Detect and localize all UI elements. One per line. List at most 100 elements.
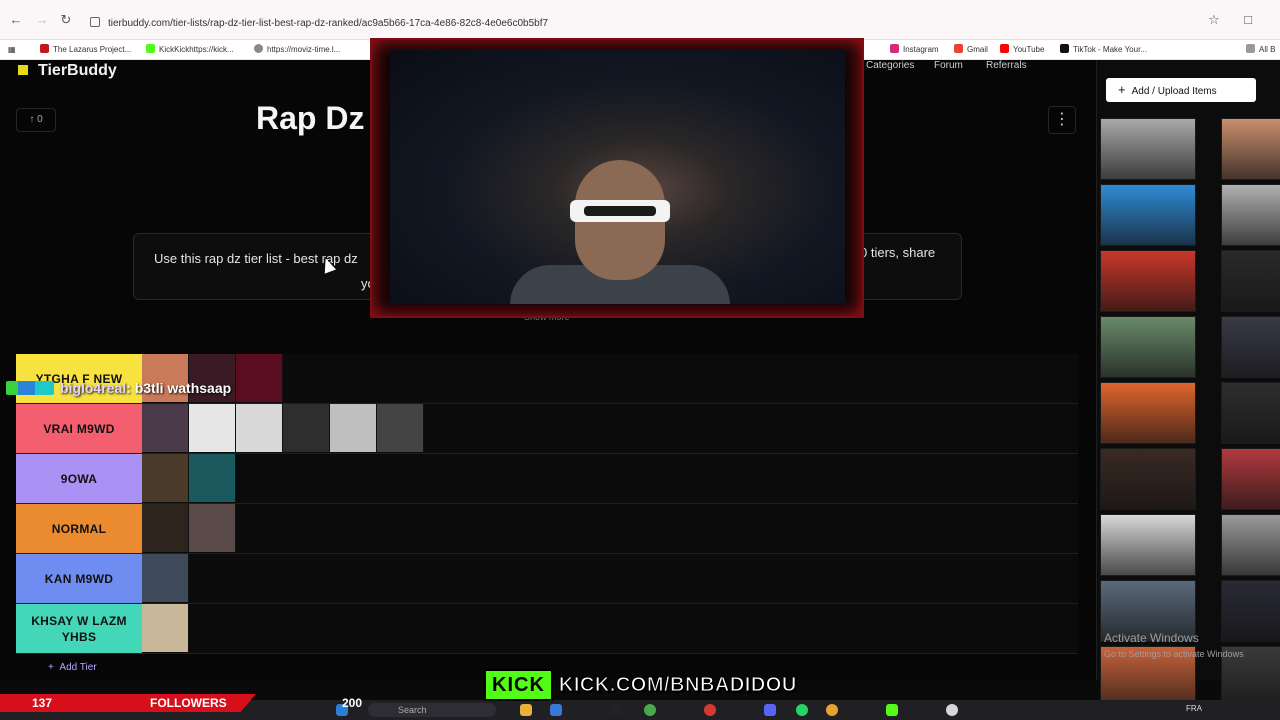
site-info-icon[interactable] [90,17,100,27]
bookmark-item[interactable]: YouTube [1000,43,1044,57]
pool-item-image[interactable] [1100,382,1196,444]
tier-items [142,604,189,653]
tier-items [142,404,424,453]
taskbar-app-icon[interactable] [610,704,622,716]
webcam-feed [390,50,845,304]
tier-item-image[interactable] [236,404,283,452]
logo-mark-icon [18,65,28,75]
tier-item-image[interactable] [142,554,189,602]
tier-item-image[interactable] [142,454,189,502]
tier-row: VRAI M9WD [16,404,1078,454]
tier-row: KHSAY W LAZM YHBS [16,604,1078,654]
plus-icon: + [1118,82,1126,97]
chrome-icon[interactable] [644,704,656,716]
screen: ← → ↻ tierbuddy.com/tier-lists/rap-dz-ti… [0,0,1280,720]
tier-label[interactable]: KHSAY W LAZM YHBS [16,604,142,653]
back-icon[interactable]: ← [8,12,24,28]
forward-icon[interactable]: → [34,12,50,28]
bookmark-favicon [40,44,49,53]
gmail-icon [954,44,963,53]
url-text: tierbuddy.com/tier-lists/rap-dz-tier-lis… [108,18,549,29]
pool-item-image[interactable] [1100,118,1196,180]
tier-item-image[interactable] [377,404,424,452]
add-tier-button[interactable]: + Add Tier [48,662,97,673]
tier-item-image[interactable] [283,404,330,452]
bookmark-star-icon[interactable]: ☆ [1206,12,1222,28]
tier-items [142,454,236,503]
tier-item-image[interactable] [189,504,236,552]
nav-forum[interactable]: Forum [934,60,963,71]
nav-categories[interactable]: Categories [866,60,914,71]
followers-goal: 200 [342,696,363,710]
apps-grid-icon[interactable]: ▦ [8,43,16,57]
folder-icon [1246,44,1255,53]
pool-item-image[interactable] [1221,250,1280,312]
pool-item-image[interactable] [1221,448,1280,510]
tier-item-image[interactable] [142,504,189,552]
chat-badges-icon [6,381,54,395]
tier-label[interactable]: VRAI M9WD [16,404,142,453]
bookmark-item[interactable]: TikTok - Make Your... [1060,43,1147,57]
bookmark-item[interactable]: Instagram [890,43,939,57]
tier-list: YTGHA F NEW VRAI M9WD 9OWA NORMAL KAN M9WD KH… [16,354,1078,654]
bookmark-item[interactable]: https://moviz-time.l... [254,43,340,57]
pool-item-image[interactable] [1221,316,1280,378]
add-upload-items-button[interactable]: + Add / Upload Items [1106,78,1256,102]
kick-icon[interactable] [886,704,898,716]
instagram-icon [890,44,899,53]
tier-item-image[interactable] [330,404,377,452]
reload-icon[interactable]: ↻ [58,12,74,28]
activate-windows-watermark: Activate Windows Go to Settings to activ… [1104,631,1244,659]
url-input[interactable]: tierbuddy.com/tier-lists/rap-dz-tier-lis… [86,13,1236,35]
taskbar-app-icon[interactable] [550,704,562,716]
pool-item-image[interactable] [1221,382,1280,444]
chrome-icon[interactable] [704,704,716,716]
tier-item-image[interactable] [142,404,189,452]
tier-items [142,504,236,553]
arrow-up-icon: ↑ [29,114,38,125]
bookmark-item[interactable]: Gmail [954,43,988,57]
youtube-icon [1000,44,1009,53]
tier-label[interactable]: 9OWA [16,454,142,503]
all-bookmarks[interactable]: All B [1246,43,1275,57]
tier-items [142,554,189,603]
tier-label[interactable]: NORMAL [16,504,142,553]
pool-item-image[interactable] [1221,118,1280,180]
kick-banner: KICK KICK.COM/BNBADIDOU [484,669,797,701]
pool-item-image[interactable] [1100,250,1196,312]
taskbar-search[interactable]: Search [368,703,496,717]
pool-item-image[interactable] [1100,448,1196,510]
description-tail: 0 tiers, share [860,245,936,260]
whatsapp-icon[interactable] [796,704,808,716]
more-options-icon[interactable]: ⋮ [1048,106,1076,134]
language-indicator[interactable]: FRA [1186,704,1202,713]
followers-label: FOLLOWERS [150,696,227,710]
pool-item-image[interactable] [1221,514,1280,576]
browser-address-bar: ← → ↻ tierbuddy.com/tier-lists/rap-dz-ti… [0,0,1280,40]
tier-item-image[interactable] [142,604,189,652]
extensions-icon[interactable]: □ [1240,12,1256,28]
followers-count: 137 [32,696,53,710]
pool-item-image[interactable] [1221,184,1280,246]
bookmark-item[interactable]: The Lazarus Project... [40,43,131,57]
taskbar-app-icon[interactable] [520,704,532,716]
site-logo[interactable]: TierBuddy [18,62,117,80]
bookmark-item[interactable]: KickKickhttps://kick... [146,43,234,57]
tiktok-icon [1060,44,1069,53]
pool-item-image[interactable] [1100,184,1196,246]
discord-icon[interactable] [764,704,776,716]
bookmark-favicon [254,44,263,53]
tier-item-image[interactable] [236,354,283,402]
bookmark-favicon [146,44,155,53]
chat-message: biglo4real: b3tli wathsaap [6,380,231,398]
tier-item-image[interactable] [189,404,236,452]
obs-icon[interactable] [946,704,958,716]
chrome-icon[interactable] [826,704,838,716]
nav-referrals[interactable]: Referrals [986,60,1027,71]
upvote-button[interactable]: ↑ 0 [16,108,56,132]
sunglasses [570,200,670,222]
tier-label[interactable]: KAN M9WD [16,554,142,603]
pool-item-image[interactable] [1100,316,1196,378]
pool-item-image[interactable] [1100,514,1196,576]
tier-item-image[interactable] [189,454,236,502]
